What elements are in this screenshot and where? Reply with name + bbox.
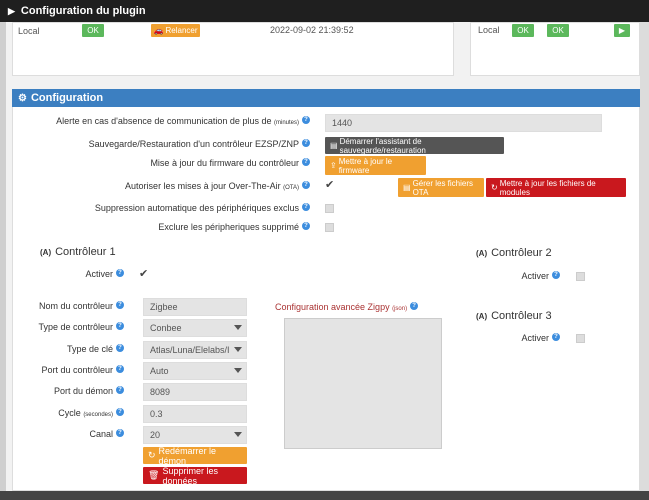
- bottom-bar: [0, 491, 649, 500]
- nom-input[interactable]: Zigbee: [143, 298, 247, 316]
- status-card-left: [12, 22, 454, 76]
- help-icon: ?: [302, 116, 310, 124]
- help-icon: ?: [116, 429, 124, 437]
- antenna-icon: (A): [40, 247, 52, 257]
- controller2-title: (A) Contrôleur 2: [476, 247, 552, 259]
- ctrl3-activer-label: Activer?: [510, 333, 560, 343]
- type-controleur-label: Type de contrôleur?: [20, 322, 124, 332]
- port-controleur-label: Port du contrôleur?: [20, 365, 124, 375]
- sauvegarde-label: Sauvegarde/Restauration d'un contrôleur …: [40, 139, 310, 149]
- help-icon: ?: [116, 269, 124, 277]
- advanced-config-label: Configuration avancée Zigpy (json)?: [275, 302, 419, 312]
- antenna-icon: (A): [476, 248, 488, 258]
- type-cle-label: Type de clé?: [20, 344, 124, 354]
- status-ok-badge-right-2: OK: [547, 24, 569, 37]
- help-icon: ?: [116, 344, 124, 352]
- relancer-button[interactable]: 🚗 Relancer: [151, 24, 200, 37]
- help-icon: ?: [302, 222, 310, 230]
- refresh-icon: ↻: [491, 183, 498, 192]
- help-icon: ?: [116, 322, 124, 330]
- port-demon-label: Port du démon?: [20, 386, 124, 396]
- plugin-config-title: Configuration du plugin: [20, 5, 146, 17]
- restart-daemon-button[interactable]: ↻ Redémarrer le démon: [143, 446, 247, 466]
- refresh-icon: ↻: [148, 450, 156, 460]
- help-icon: ?: [116, 365, 124, 373]
- relancer-label: Relancer: [165, 26, 198, 35]
- suppression-label: Suppression automatique des périphérique…: [40, 203, 310, 213]
- type-controleur-select[interactable]: Conbee: [143, 319, 247, 337]
- exclure-checkbox[interactable]: [325, 223, 334, 232]
- canal-label: Canal?: [20, 429, 124, 439]
- controller1-title: (A) Contrôleur 1: [40, 246, 116, 258]
- type-cle-select[interactable]: Atlas/Luna/Elelabs/I: [143, 341, 247, 359]
- configuration-title: Configuration: [30, 92, 104, 104]
- status-name: Local: [18, 26, 40, 36]
- help-icon: ?: [116, 301, 124, 309]
- status-row-left: Local: [18, 24, 40, 38]
- help-icon: ?: [302, 158, 310, 166]
- modules-button[interactable]: ↻ Mettre à jour les fichiers de modules: [486, 178, 626, 197]
- help-icon: ?: [410, 302, 419, 310]
- nom-label: Nom du contrôleur?: [20, 301, 124, 311]
- port-controleur-select[interactable]: Auto: [143, 362, 247, 380]
- status-timestamp: 2022-09-02 21:39:52: [270, 25, 354, 35]
- port-demon-input[interactable]: 8089: [143, 383, 247, 401]
- ota-checkbox[interactable]: ✔: [325, 178, 334, 191]
- firmware-button[interactable]: ⇪ Mettre à jour le firmware: [325, 156, 426, 175]
- file-icon: ▤: [330, 141, 338, 150]
- plugin-config-header[interactable]: ▶ Configuration du plugin: [0, 0, 649, 22]
- help-icon: ?: [116, 386, 124, 394]
- ctrl1-activer-checkbox[interactable]: ✔: [139, 267, 148, 280]
- status-ok-badge: OK: [82, 24, 104, 37]
- status-ok-badge-right-1: OK: [512, 24, 534, 37]
- chevron-right-icon: ▶: [8, 5, 15, 16]
- controller3-title: (A) Contrôleur 3: [476, 310, 552, 322]
- status-name-right: Local: [478, 25, 500, 35]
- advanced-config-textarea[interactable]: [284, 318, 442, 449]
- caret-down-icon: [234, 347, 242, 352]
- left-backdrop: [0, 22, 6, 500]
- start-button[interactable]: ▶: [614, 24, 630, 37]
- ctrl2-activer-checkbox[interactable]: [576, 272, 585, 281]
- car-icon: 🚗: [153, 26, 164, 35]
- play-icon: ▶: [618, 26, 626, 35]
- alerte-label: Alerte en cas d'absence de communication…: [40, 116, 310, 126]
- sauvegarde-button[interactable]: ▤ Démarrer l'assistant de sauvegarde/res…: [325, 137, 504, 155]
- caret-down-icon: [234, 432, 242, 437]
- configuration-section-header: ⚙ Configuration: [12, 89, 640, 107]
- help-icon: ?: [302, 181, 310, 189]
- help-icon: ?: [302, 203, 310, 211]
- gears-icon: ⚙: [18, 92, 27, 104]
- ctrl1-activer-label: Activer?: [60, 269, 124, 279]
- exclure-label: Exclure les péripheriques supprimé?: [40, 222, 310, 232]
- delete-data-button[interactable]: 🗑 Supprimer les données: [143, 466, 247, 486]
- right-backdrop: [640, 22, 649, 500]
- help-icon: ?: [552, 333, 560, 341]
- help-icon: ?: [552, 271, 560, 279]
- ctrl2-activer-label: Activer?: [510, 271, 560, 281]
- ota-files-button[interactable]: ▤ Gérer les fichiers OTA: [398, 178, 484, 197]
- canal-select[interactable]: 20: [143, 426, 247, 444]
- file-icon: ▤: [403, 183, 411, 192]
- trash-icon: 🗑: [148, 470, 160, 480]
- help-icon: ?: [116, 408, 124, 416]
- ctrl3-activer-checkbox[interactable]: [576, 334, 585, 343]
- help-icon: ?: [302, 139, 310, 147]
- upload-icon: ⇪: [330, 161, 337, 170]
- cycle-input[interactable]: 0.3: [143, 405, 247, 423]
- alerte-input[interactable]: 1440: [325, 114, 602, 132]
- caret-down-icon: [234, 325, 242, 330]
- ota-label: Autoriser les mises à jour Over-The-Air …: [40, 181, 310, 191]
- suppression-checkbox[interactable]: [325, 204, 334, 213]
- firmware-label: Mise à jour du firmware du contrôleur?: [40, 158, 310, 168]
- antenna-icon: (A): [476, 311, 488, 321]
- cycle-label: Cycle (secondes)?: [20, 408, 124, 418]
- caret-down-icon: [234, 368, 242, 373]
